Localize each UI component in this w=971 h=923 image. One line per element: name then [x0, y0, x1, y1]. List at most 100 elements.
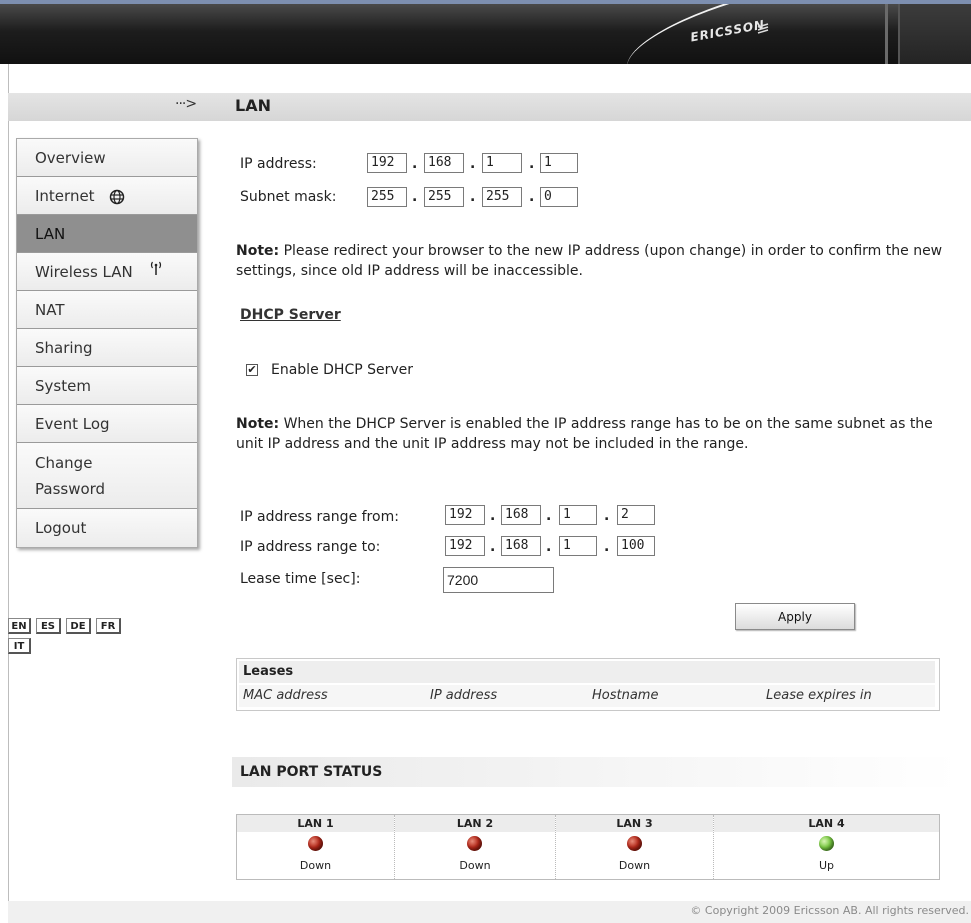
apply-button[interactable]: Apply: [735, 603, 855, 630]
ip-octet-1-input[interactable]: 192: [367, 153, 407, 173]
sidebar-item-label: Password: [35, 480, 106, 498]
leases-table: Leases MAC address IP address Hostname L…: [236, 658, 940, 711]
subnet-mask-label: Subnet mask:: [240, 189, 337, 205]
ip-address-label: IP address:: [240, 156, 317, 172]
sidebar-item-label: Overview: [35, 149, 106, 167]
note-text: Please redirect your browser to the new …: [236, 243, 943, 279]
sidebar-item-label: Change: [35, 454, 93, 472]
octet-separator: .: [490, 539, 496, 555]
page-title: LAN: [235, 96, 271, 115]
octet-separator: .: [604, 539, 610, 555]
dhcp-server-section-title[interactable]: DHCP Server: [240, 307, 341, 323]
status-led-icon: [307, 836, 323, 851]
port-status-text: Down: [459, 859, 491, 872]
port-cell-lan2: LAN 2 Down: [395, 815, 556, 879]
range-from-octet-3-input[interactable]: 1: [559, 505, 597, 525]
status-led-icon: [818, 836, 834, 851]
port-cell-lan1: LAN 1 Down: [237, 815, 395, 879]
wireless-antenna-icon: [150, 261, 161, 275]
sidebar-item-label: Sharing: [35, 339, 93, 357]
port-name: LAN 4: [714, 815, 939, 832]
port-name: LAN 2: [395, 815, 555, 832]
header-panel-right: [900, 4, 971, 64]
octet-separator: .: [546, 539, 552, 555]
sidebar-item-label: NAT: [35, 301, 65, 319]
sidebar-item-logout[interactable]: Logout: [17, 509, 197, 547]
octet-separator: .: [529, 189, 535, 205]
language-de-button[interactable]: DE: [66, 618, 91, 634]
sidebar-item-label: LAN: [35, 225, 66, 243]
status-led-icon: [626, 836, 642, 851]
port-cell-lan3: LAN 3 Down: [556, 815, 714, 879]
port-status-title: LAN PORT STATUS: [240, 764, 383, 780]
range-to-octet-2-input[interactable]: 168: [501, 536, 541, 556]
copyright-text: © Copyright 2009 Ericsson AB. All rights…: [690, 904, 969, 917]
mask-octet-3-input[interactable]: 255: [482, 187, 522, 207]
title-arrow-icon: ···>: [175, 96, 197, 112]
mask-octet-1-input[interactable]: 255: [367, 187, 407, 207]
leases-col-expires: Lease expires in: [766, 688, 872, 703]
octet-separator: .: [490, 508, 496, 524]
octet-separator: .: [412, 156, 418, 172]
note-heading: Note:: [236, 243, 280, 259]
sidebar-item-label: Logout: [35, 519, 87, 537]
leases-header-row: MAC address IP address Hostname Lease ex…: [239, 685, 935, 707]
sidebar-item-overview[interactable]: Overview: [17, 139, 197, 177]
ip-octet-2-input[interactable]: 168: [424, 153, 464, 173]
page-left-border: [8, 64, 9, 923]
sidebar-item-nat[interactable]: NAT: [17, 291, 197, 329]
range-to-label: IP address range to:: [240, 539, 381, 555]
language-es-button[interactable]: ES: [36, 618, 61, 634]
title-bar: ···> LAN: [8, 93, 971, 121]
sidebar-item-internet[interactable]: Internet: [17, 177, 197, 215]
language-en-button[interactable]: EN: [8, 618, 31, 634]
range-to-octet-1-input[interactable]: 192: [445, 536, 485, 556]
mask-octet-2-input[interactable]: 255: [424, 187, 464, 207]
port-name: LAN 1: [237, 815, 394, 832]
range-to-octet-4-input[interactable]: 100: [617, 536, 655, 556]
sidebar-item-label: Internet: [35, 187, 95, 205]
leases-col-ip: IP address: [430, 688, 498, 703]
octet-separator: .: [470, 189, 476, 205]
lease-time-label: Lease time [sec]:: [240, 571, 361, 587]
note-text: When the DHCP Server is enabled the IP a…: [236, 416, 933, 452]
sidebar-item-label: Event Log: [35, 415, 110, 433]
sidebar-item-lan[interactable]: LAN: [17, 215, 197, 253]
port-status-text: Down: [618, 859, 651, 872]
enable-dhcp-checkbox[interactable]: ✔: [246, 364, 258, 376]
sidebar-item-label: System: [35, 377, 91, 395]
octet-separator: .: [412, 189, 418, 205]
leases-col-mac: MAC address: [243, 688, 328, 703]
range-to-octet-3-input[interactable]: 1: [559, 536, 597, 556]
range-from-octet-2-input[interactable]: 168: [501, 505, 541, 525]
range-from-octet-4-input[interactable]: 2: [617, 505, 655, 525]
port-cell-lan4: LAN 4 Up: [714, 815, 939, 879]
sidebar-item-sharing[interactable]: Sharing: [17, 329, 197, 367]
language-fr-button[interactable]: FR: [96, 618, 121, 634]
sidebar-item-event-log[interactable]: Event Log: [17, 405, 197, 443]
leases-col-hostname: Hostname: [592, 688, 659, 703]
sidebar-nav: Overview Internet LAN Wireless LAN NAT S…: [16, 138, 198, 548]
sidebar-item-wireless-lan[interactable]: Wireless LAN: [17, 253, 197, 291]
dhcp-range-note: Note: When the DHCP Server is enabled th…: [236, 414, 961, 454]
ip-octet-3-input[interactable]: 1: [482, 153, 522, 173]
header-panel-edge: [885, 4, 888, 64]
port-name: LAN 3: [556, 815, 713, 832]
ip-octet-4-input[interactable]: 1: [540, 153, 578, 173]
sidebar-item-label: Wireless LAN: [35, 263, 133, 281]
octet-separator: .: [470, 156, 476, 172]
lease-time-input[interactable]: 7200: [443, 567, 554, 593]
globe-icon: [110, 189, 125, 204]
port-status-text: Up: [818, 859, 835, 872]
sidebar-item-system[interactable]: System: [17, 367, 197, 405]
header-banner: ERICSSON: [0, 0, 971, 64]
language-it-button[interactable]: IT: [8, 638, 31, 654]
leases-title: Leases: [239, 661, 935, 683]
octet-separator: .: [529, 156, 535, 172]
sidebar-item-change-password[interactable]: Change Password: [17, 443, 197, 509]
range-from-label: IP address range from:: [240, 509, 399, 525]
mask-octet-4-input[interactable]: 0: [540, 187, 578, 207]
range-from-octet-1-input[interactable]: 192: [445, 505, 485, 525]
status-led-icon: [467, 836, 482, 851]
octet-separator: .: [546, 508, 552, 524]
